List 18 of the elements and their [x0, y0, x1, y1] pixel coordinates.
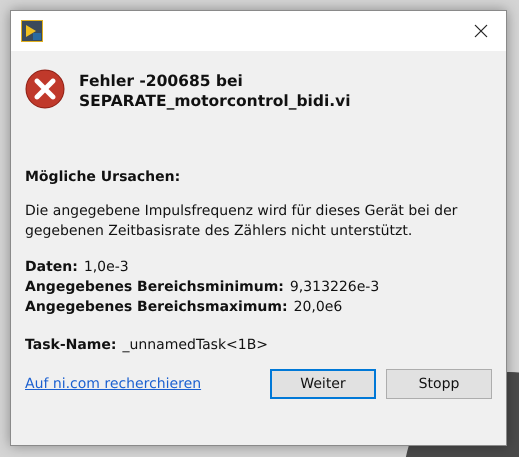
dialog-button[interactable]: Weiter: [270, 369, 376, 399]
error-message: Die angegebene Impulsfrequenz wird für dieses Gerät bei der gegebenen Zeitbasisrate des Zählers nicht unterstützt.: [25, 202, 458, 241]
task-label: Task-Name:: [25, 337, 116, 353]
error-source: SEPARATE_motorcontrol_bidi.vi: [79, 91, 351, 111]
detail-value: 20,0e6: [294, 298, 342, 317]
detail-value: 1,0e-3: [84, 258, 129, 277]
detail-value: 9,313226e-3: [290, 278, 380, 297]
error-icon: [25, 69, 65, 109]
causes-heading: Mögliche Ursachen:: [25, 169, 182, 185]
error-title: Fehler -200685 bei: [79, 71, 244, 91]
detail-label: Angegebenes Bereichsminimum:: [25, 278, 284, 297]
research-link[interactable]: Auf ni.com recherchieren: [25, 376, 260, 392]
close-icon[interactable]: [474, 24, 488, 38]
task-value: _unnamedTask<1B>: [122, 337, 268, 353]
dialog-button[interactable]: Stopp: [386, 369, 492, 399]
detail-label: Angegebenes Bereichsmaximum:: [25, 298, 288, 317]
app-icon: [21, 20, 43, 42]
detail-label: Daten:: [25, 258, 78, 277]
